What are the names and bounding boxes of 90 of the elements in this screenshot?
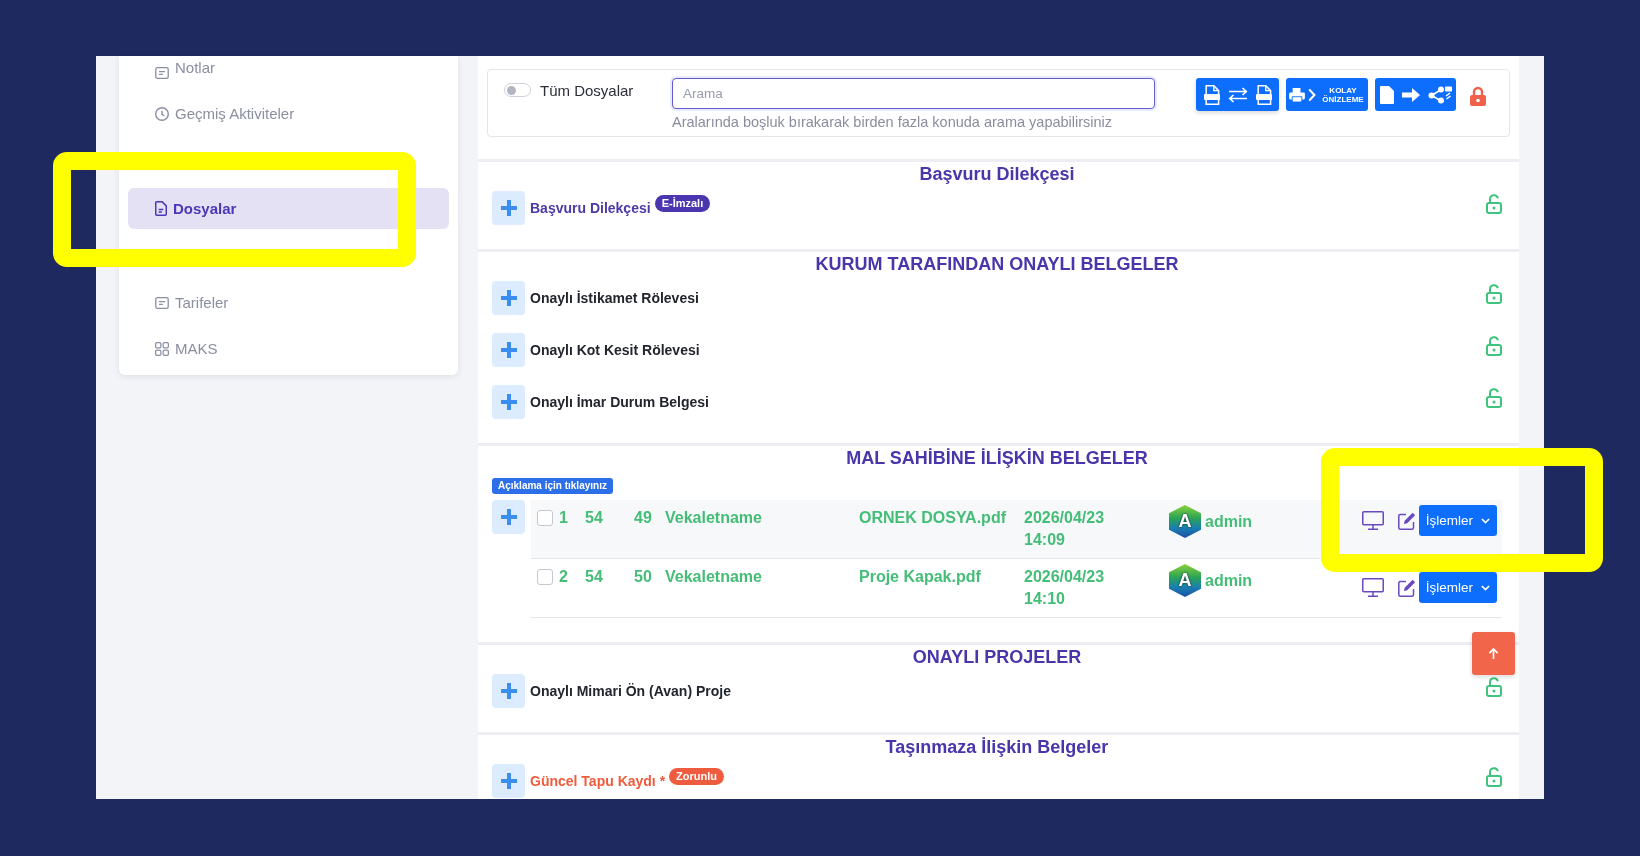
plus-icon [500,394,517,410]
monitor-icon[interactable] [1362,511,1384,530]
table-cell-text: Vekaletname [665,567,763,587]
document-label: Onaylı İstikamet Rölevesi [530,290,699,306]
lock-icon[interactable] [1486,767,1502,787]
sidebar-item[interactable]: Tarifeler [128,280,449,326]
add-button[interactable] [492,764,525,798]
file-icon [1379,85,1394,104]
document-icon [155,201,167,216]
sidebar-item[interactable]: Dosyalar [128,188,449,229]
scroll-top-button[interactable] [1472,632,1515,675]
user-avatar: A [1169,564,1201,597]
table-cell-text: 54 [585,567,604,587]
table-cell-text: Vekaletname [665,508,763,528]
plus-icon [500,773,517,789]
user-name: admin [1205,571,1253,590]
add-button[interactable] [492,385,525,419]
search-field[interactable]: Arama [672,78,1155,109]
search-hint: Aralarında boşluk bırakarak birden fazla konuda arama yapabilirsiniz [672,113,1114,132]
user-avatar: A [1169,505,1201,538]
document-label: Güncel Tapu Kaydı * [530,773,666,789]
section-title: Taşınmaza İlişkin Belgeler [885,736,1109,758]
table-cell-text: 49 [634,508,653,528]
arrow-right-icon [1401,87,1420,102]
edit-icon[interactable] [1398,511,1416,530]
lock-icon[interactable] [1486,336,1502,356]
caret-icon [1481,517,1491,524]
file-icon [1255,84,1272,105]
sidebar-item[interactable]: MAKS [128,326,449,372]
swap-arrows-icon [1227,86,1248,103]
section-title: KURUM TARAFINDAN ONAYLI BELGELER [815,253,1179,275]
dropdown-button[interactable]: İşlemler [1419,572,1497,603]
plus-icon [500,290,517,306]
printer-icon [1289,87,1305,102]
caret-icon [1481,584,1491,591]
sidebar-item[interactable]: Notlar [128,56,449,91]
toggle-switch[interactable] [504,83,531,97]
table-cell-text: 50 [634,567,653,587]
lock-icon[interactable] [1470,86,1486,106]
clock-icon [155,107,169,121]
status-badge: E-İmzalı [654,195,711,212]
table-row[interactable]: 1 54 49 Vekaletname ORNEK DOSYA.pdf 2026/04/23 14:09 A admin İşlemler [531,500,1502,559]
table-row[interactable]: 2 54 50 Vekaletname Proje Kapak.pdf 2026/04/23 14:10 A admin İşlemler [531,559,1502,618]
chevron-right-icon [1308,87,1316,102]
lock-icon[interactable] [1486,194,1502,214]
document-label: Başvuru Dilekçesi [530,200,651,216]
add-button[interactable] [492,333,525,367]
share-button[interactable] [1375,78,1456,111]
add-button[interactable] [492,674,525,708]
grid-icon [155,342,169,356]
document-label: Onaylı Kot Kesit Rölevesi [530,342,700,358]
table-cell-text: 2026/04/23 14:10 [1024,567,1106,609]
add-button[interactable] [492,191,525,225]
arrow-up-icon [1488,648,1499,659]
toggle-label: Tüm Dosyalar [540,81,634,99]
edit-icon[interactable] [1398,578,1416,597]
plus-icon [500,200,517,216]
share-icon [1427,85,1452,104]
note-icon [155,67,169,79]
preview-button[interactable]: KOLAY ÖNİZLEME [1286,78,1368,111]
table-cell-text: 1 [559,508,569,528]
file-icon [1203,84,1220,105]
description-link[interactable]: Açıklama için tıklayınız [492,478,613,494]
sidebar-item[interactable]: Geçmiş Aktiviteler [128,91,449,137]
document-label: Onaylı İmar Durum Belgesi [530,394,709,410]
plus-icon [500,509,517,525]
table-cell-text: ORNEK DOSYA.pdf [859,508,1007,528]
monitor-icon[interactable] [1362,578,1384,597]
dropdown-button[interactable]: İşlemler [1419,505,1497,536]
table-cell-text: 54 [585,508,604,528]
document-label: Onaylı Mimari Ön (Avan) Proje [530,683,731,699]
row-checkbox[interactable] [537,569,553,585]
plus-icon [500,683,517,699]
lock-icon[interactable] [1486,677,1502,697]
lock-icon[interactable] [1486,284,1502,304]
section-title: MAL SAHİBİNE İLİŞKİN BELGELER [846,447,1148,469]
table-cell-text: 2026/04/23 14:09 [1024,508,1106,550]
convert-button[interactable] [1196,78,1279,111]
section-title: Başvuru Dilekçesi [919,163,1075,185]
user-name: admin [1205,512,1253,531]
lock-icon[interactable] [1486,388,1502,408]
plus-icon [500,342,517,358]
table-cell-text: 2 [559,567,569,587]
row-checkbox[interactable] [537,510,553,526]
add-button[interactable] [492,500,525,534]
table-cell-text: Proje Kapak.pdf [859,567,982,587]
status-badge: Zorunlu [669,768,725,785]
note-icon [155,297,169,309]
add-button[interactable] [492,281,525,315]
section-title: ONAYLI PROJELER [912,646,1082,668]
